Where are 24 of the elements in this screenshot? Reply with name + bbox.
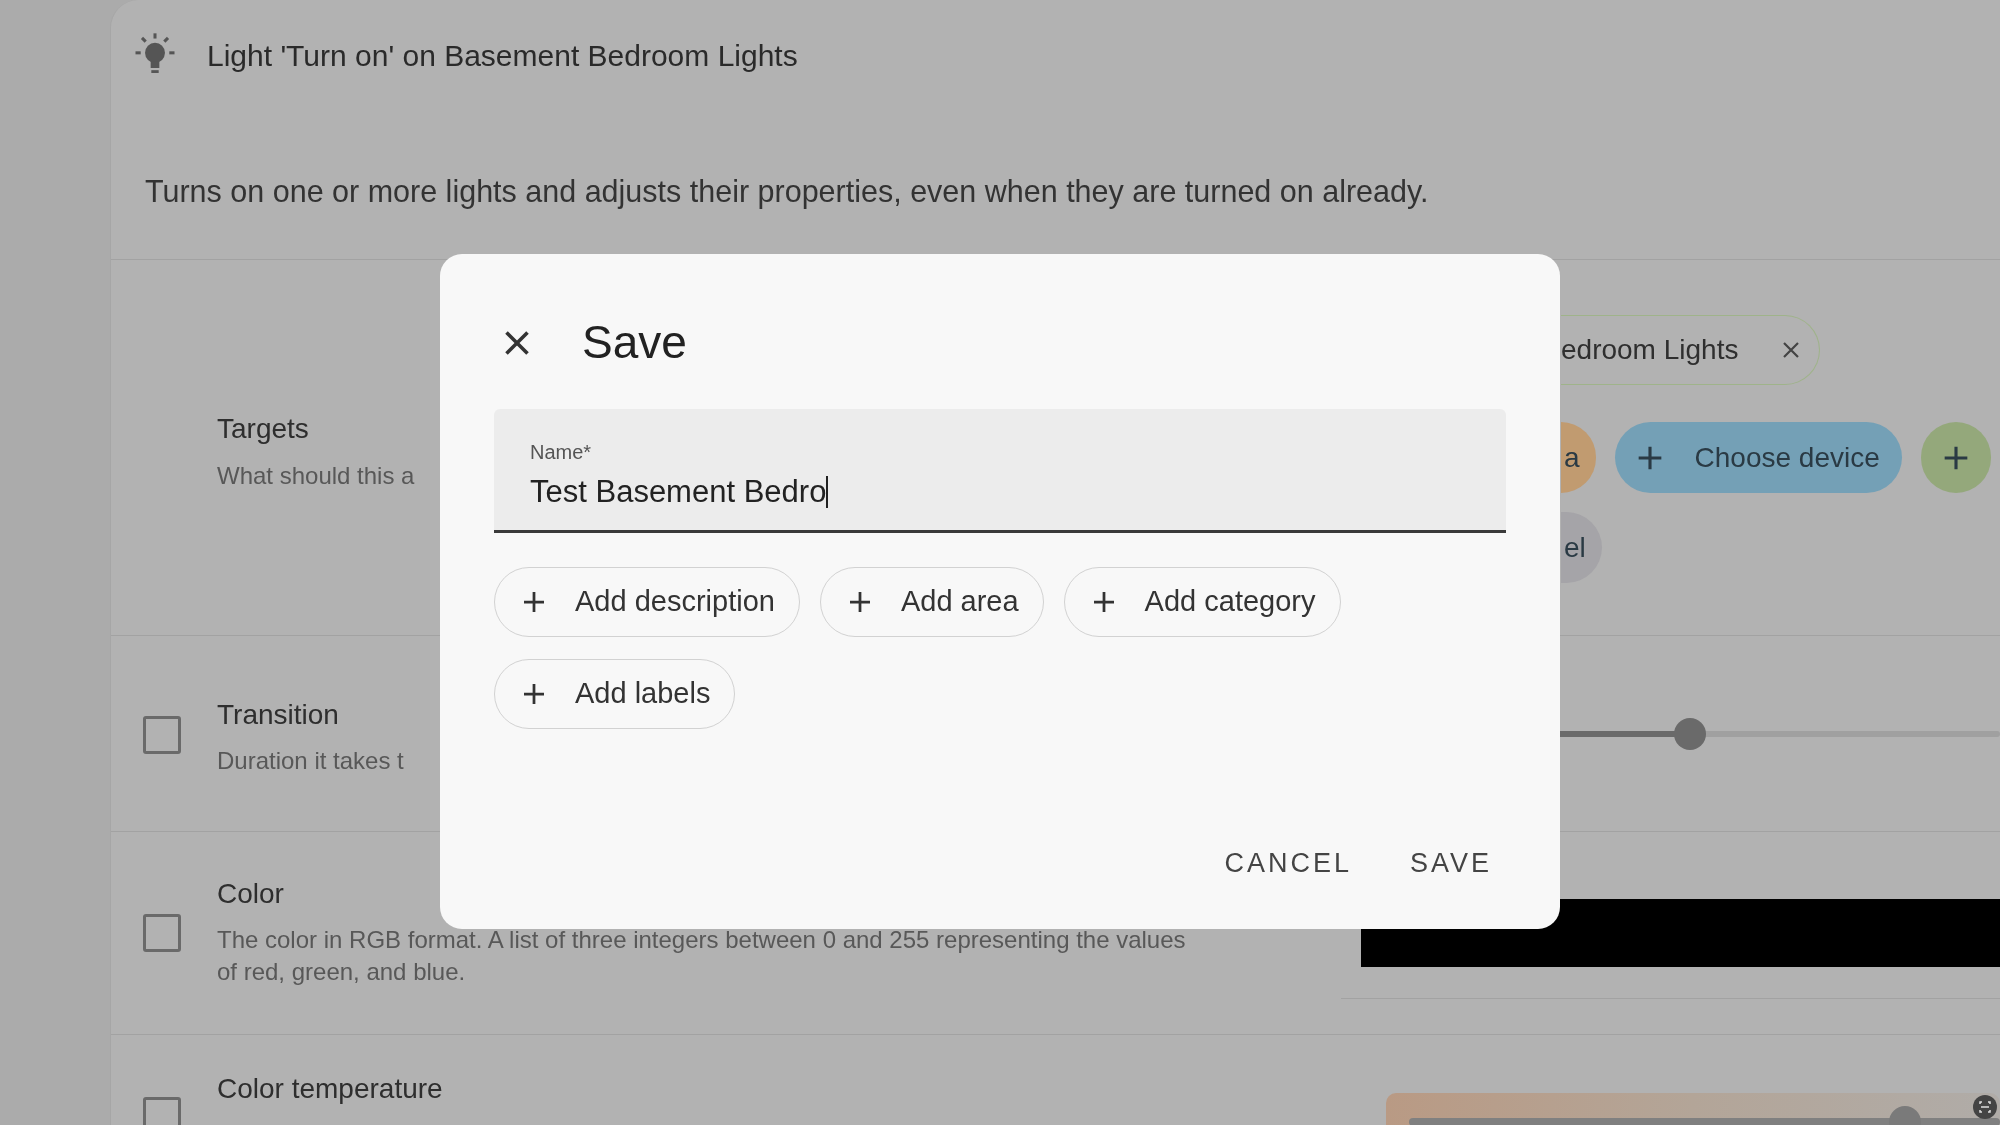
field-title: Transition — [217, 698, 340, 731]
field-value: Test Basement Bedro — [530, 473, 827, 511]
slider-thumb[interactable] — [1674, 717, 1707, 750]
action-description: Turns on one or more lights and adjusts their properties, even when they are turned on already. — [145, 173, 1430, 211]
dialog-title: Save — [582, 315, 687, 370]
name-field[interactable]: Name* Test Basement Bedro — [494, 409, 1506, 533]
checkbox[interactable] — [143, 715, 181, 754]
target-picker-button[interactable]: el — [1561, 512, 1602, 584]
dialog-action-button[interactable]: SAVE — [1395, 833, 1506, 893]
target-picker-button[interactable]: a — [1561, 422, 1596, 494]
dialog-action-button[interactable]: CANCEL — [1210, 833, 1366, 893]
section-title: Targets — [217, 412, 309, 447]
field-description: Duration it takes t — [217, 745, 405, 776]
section-description: What should this a — [217, 461, 415, 492]
field-label: Name* — [530, 440, 593, 465]
field-title: Color temperature — [217, 1073, 443, 1105]
text-cursor — [826, 476, 829, 509]
screenshot-icon — [1973, 1095, 1997, 1119]
checkbox[interactable] — [143, 914, 181, 953]
field-description: The color in RGB format. A list of three integers between 0 and 255 representing the values of red, green, and blue. — [217, 925, 1187, 988]
checkbox[interactable] — [143, 1097, 181, 1125]
target-picker-button[interactable]: Choose device — [1614, 422, 1902, 494]
field-title: Color — [217, 878, 285, 911]
page-title: Light 'Turn on' on Basement Bedroom Lights — [207, 37, 798, 74]
